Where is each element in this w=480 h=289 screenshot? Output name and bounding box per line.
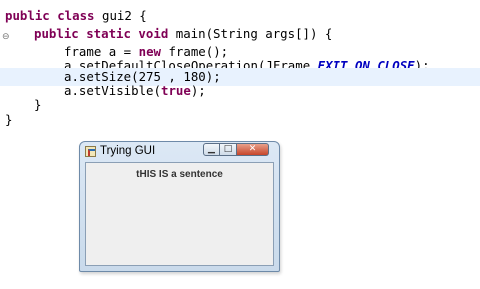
java-app-icon[interactable]	[85, 146, 96, 157]
content-pane: tHIS IS a sentence	[85, 162, 274, 266]
maximize-button[interactable]: □	[220, 143, 237, 156]
code-line-2: ⊖ public static void main(String args[])…	[0, 25, 480, 43]
swing-window[interactable]: Trying GUI ▁ □ ✕ tHIS IS a sentence	[79, 141, 280, 272]
code-line-1: public class gui2 {	[0, 7, 480, 25]
code-line-8: }	[0, 111, 480, 129]
minimize-button[interactable]: ▁	[203, 143, 220, 156]
keyword: public static void	[34, 26, 169, 41]
closing-brace: }	[5, 112, 13, 127]
method-declaration: main(String args[]) {	[168, 26, 333, 41]
window-title: Trying GUI	[100, 145, 156, 157]
sentence-label: tHIS IS a sentence	[136, 169, 223, 180]
title-bar[interactable]: Trying GUI ▁ □ ✕	[80, 142, 279, 162]
close-button[interactable]: ✕	[237, 143, 269, 156]
keyword: public class	[5, 8, 95, 23]
class-declaration: gui2 {	[94, 8, 147, 23]
